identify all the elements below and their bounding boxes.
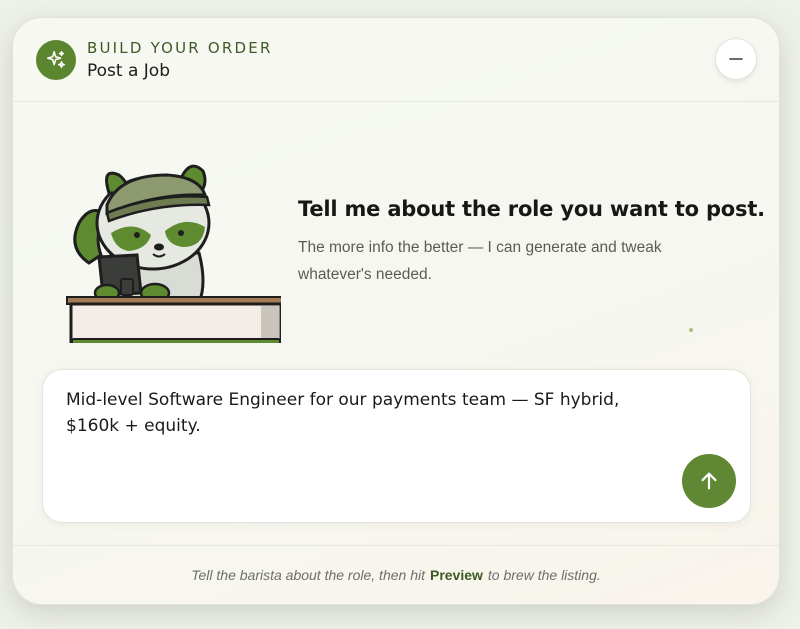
sparkle-icon xyxy=(36,40,76,80)
job-description-input[interactable]: Mid-level Software Engineer for our paym… xyxy=(42,369,751,523)
collapse-button[interactable] xyxy=(715,38,757,80)
prompt-heading: Tell me about the role you want to post. xyxy=(298,197,765,221)
decorative-dot xyxy=(689,328,693,332)
build-order-panel: BUILD YOUR ORDER Post a Job Tell me abou… xyxy=(12,17,780,605)
footer-hint-before: Tell the barista about the role, then hi… xyxy=(191,567,425,583)
job-description-text[interactable]: Mid-level Software Engineer for our paym… xyxy=(66,387,666,439)
raccoon-barista-illustration xyxy=(66,164,281,343)
footer-hint: Tell the barista about the role, then hi… xyxy=(13,545,779,604)
panel-header: BUILD YOUR ORDER Post a Job xyxy=(13,18,779,102)
preview-link[interactable]: Preview xyxy=(430,567,483,583)
prompt-subtext: The more info the better — I can generat… xyxy=(298,239,662,283)
header-eyebrow: BUILD YOUR ORDER xyxy=(87,39,273,57)
send-button[interactable] xyxy=(682,454,736,508)
arrow-up-icon xyxy=(701,472,717,490)
page-title: Post a Job xyxy=(87,61,170,81)
minus-icon xyxy=(729,58,743,60)
footer-hint-after: to brew the listing. xyxy=(487,567,601,583)
